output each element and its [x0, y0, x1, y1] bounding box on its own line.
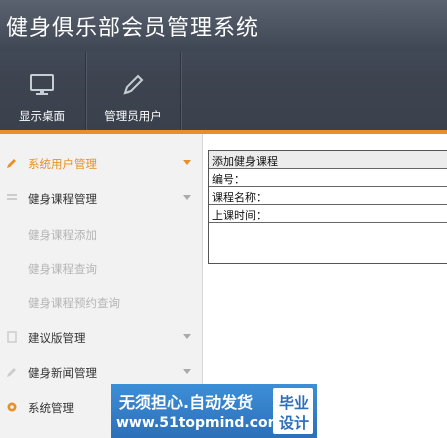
nav-admin-user-label: 管理员用户 [104, 109, 162, 123]
watermark-badge-line2: 设计 [278, 414, 309, 432]
add-course-form: 添加健身课程 编号： 课程名称： 上课时间： [208, 150, 447, 264]
chevron-down-icon [183, 195, 191, 200]
sidebar-item-label: 系统管理 [28, 401, 74, 415]
nav-divider [85, 52, 86, 130]
field-label-course-name: 课程名称： [212, 191, 267, 204]
pencil-icon [7, 159, 16, 168]
chevron-down-icon [183, 160, 191, 165]
sidebar-subitem-course-add[interactable]: 健身课程添加 [28, 227, 97, 247]
edit-icon [7, 368, 16, 377]
watermark-banner: 无须担心.自动发货 www.51topmind.com 毕业 设计 [111, 384, 317, 438]
sidebar-subitem-course-booking-query[interactable]: 健身课程预约查询 [28, 295, 120, 315]
nav-show-desktop-label: 显示桌面 [19, 109, 65, 123]
sidebar-item-suggestions[interactable]: 建议版管理 [0, 320, 202, 354]
nav-admin-user-button[interactable]: 管理员用户 [87, 52, 179, 130]
form-title: 添加健身课程 [212, 155, 278, 168]
nav-show-desktop-button[interactable]: 显示桌面 [0, 52, 84, 130]
form-row-id[interactable]: 编号： [209, 169, 447, 187]
sidebar-item-fitness-courses[interactable]: 健身课程管理 [0, 181, 202, 215]
pencil-icon [123, 74, 144, 95]
header: 健身俱乐部会员管理系统 显示桌面 管理员用户 [0, 0, 447, 130]
form-title-row: 添加健身课程 [209, 151, 447, 169]
watermark-line2: www.51topmind.com [116, 415, 283, 431]
sidebar-item-label: 系统用户管理 [28, 157, 97, 171]
nav-divider [180, 52, 181, 130]
form-row-class-time[interactable]: 上课时间： [209, 205, 447, 223]
chevron-down-icon [183, 369, 191, 374]
field-label-id: 编号： [212, 173, 245, 186]
list-icon [7, 194, 17, 200]
chevron-down-icon [183, 334, 191, 339]
sidebar-item-label: 健身新闻管理 [28, 366, 97, 380]
title-bar: 健身俱乐部会员管理系统 [0, 0, 447, 52]
app-title: 健身俱乐部会员管理系统 [6, 16, 260, 41]
watermark-badge: 毕业 设计 [273, 388, 313, 434]
sidebar-item-system-users[interactable]: 系统用户管理 [0, 146, 202, 180]
watermark-line1: 无须担心.自动发货 [119, 393, 254, 412]
sidebar-subitem-course-query[interactable]: 健身课程查询 [28, 261, 97, 281]
monitor-icon [30, 74, 54, 95]
watermark-badge-line1: 毕业 [278, 394, 309, 412]
form-row-course-name[interactable]: 课程名称： [209, 187, 447, 205]
sidebar-item-label: 建议版管理 [28, 331, 86, 345]
gear-icon [7, 402, 17, 412]
sidebar-item-label: 健身课程管理 [28, 192, 97, 206]
document-icon [7, 331, 17, 343]
field-label-class-time: 上课时间： [212, 209, 267, 222]
